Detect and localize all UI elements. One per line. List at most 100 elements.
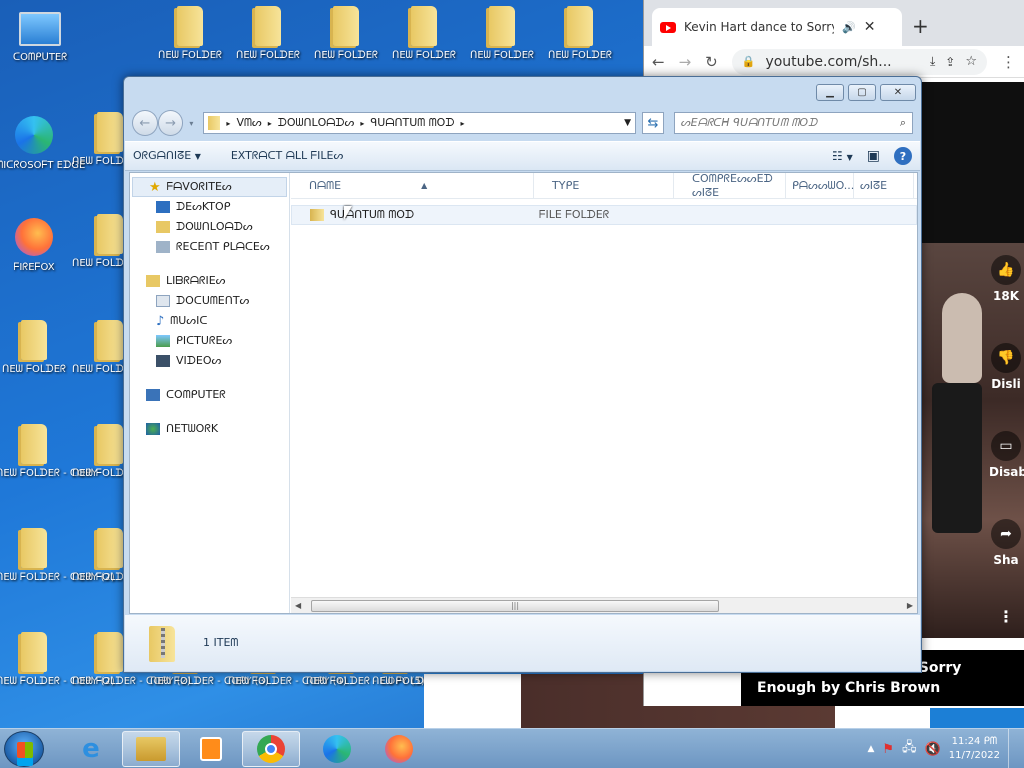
action-center-icon[interactable]: ⚑: [882, 742, 894, 757]
taskbar-firefox[interactable]: [370, 731, 428, 767]
install-icon[interactable]: ⤓: [930, 54, 935, 69]
desktop-icon-folder[interactable]: ᑎEᗯ ᖴOᒪᗪEᖇ: [542, 6, 618, 62]
address-bar[interactable]: 🔒 youtube.com/sh... ⤓ ⇪ ☆: [731, 48, 987, 75]
column-header-size[interactable]: ᔕIᘔE: [854, 172, 914, 199]
scroll-right-icon[interactable]: ▶: [907, 601, 913, 610]
column-header-type[interactable]: TYᑭE: [534, 172, 674, 199]
short-video[interactable]: 👍 18K 👎 Disli ▭ Disab ➦ Sha ⋮: [922, 243, 1024, 638]
browser-tab[interactable]: Kevin Hart dance to Sorry Enough 🔊 ✕: [652, 8, 902, 46]
show-hidden-icons-icon[interactable]: ▲: [867, 744, 874, 754]
nav-item-downloads[interactable]: ᗪOᗯᑎᒪOᗩᗪᔕ: [130, 217, 289, 237]
desktop-icon-folder[interactable]: ᑎEᗯ ᖴOᒪᗪEᖇ: [152, 6, 228, 62]
desktop-icon-folder[interactable]: ᑎEᗯ ᖴOᒪᗪEᖇ: [308, 6, 384, 62]
horizontal-scrollbar[interactable]: ◀ ||| ▶: [291, 597, 917, 613]
taskbar-chrome[interactable]: [242, 731, 300, 767]
more-options-icon[interactable]: ⋮: [989, 607, 1023, 626]
folder-icon: [93, 214, 127, 254]
nav-item-pictures[interactable]: ᑭIᑕTᑌᖇEᔕ: [130, 331, 289, 351]
share-button[interactable]: ➦ Sha: [989, 519, 1023, 567]
breadcrumb-item[interactable]: ᐯᗰᔕ: [236, 116, 261, 130]
explorer-body: ★ ᖴᗩᐯOᖇITEᔕ ᗪEᔕKTOᑭ ᗪOᗯᑎᒪOᗩᗪᔕ ᖇEᑕEᑎT ᑭᒪᗩᑕ…: [129, 172, 918, 614]
chrome-icon: [257, 735, 285, 763]
nav-item-desktop[interactable]: ᗪEᔕKTOᑭ: [130, 197, 289, 217]
help-icon[interactable]: ?: [894, 147, 912, 165]
chevron-down-icon: ▼: [846, 153, 853, 162]
reload-icon[interactable]: ↻: [705, 53, 718, 71]
folder-icon: [563, 6, 597, 46]
speaker-icon[interactable]: 🔊: [842, 21, 856, 34]
extract-all-button[interactable]: EXTᖇᗩᑕT ᗩᒪᒪ ᖴIᒪEᔕ: [231, 149, 343, 163]
nav-item-videos[interactable]: ᐯIᗪEOᔕ: [130, 351, 289, 371]
documents-icon: [156, 295, 170, 307]
column-header-compressed-size[interactable]: ᑕOᗰᑭᖇEᔕᔕEᗪ ᔕIᘔE: [674, 172, 786, 199]
forward-icon[interactable]: →: [679, 53, 692, 71]
minimize-button[interactable]: ▁: [816, 84, 844, 101]
desktop-icon-firefox[interactable]: ᖴIᖇEᖴOX: [0, 218, 72, 274]
nav-item-music[interactable]: ♪ ᗰᑌᔕIᑕ: [130, 311, 289, 331]
desktop-icon-computer[interactable]: ᑕOᗰᑭᑌTEᖇ: [2, 8, 78, 64]
dislike-button[interactable]: 👎 Disli: [989, 343, 1023, 391]
network-icon[interactable]: 🖧: [902, 738, 917, 760]
title-bar[interactable]: ▁ ▢ ✕: [124, 77, 921, 107]
nav-libraries[interactable]: ᒪIᗷᖇᗩᖇIEᔕ: [130, 271, 289, 291]
new-tab-button[interactable]: +: [912, 14, 929, 38]
nav-network[interactable]: ᑎETᗯOᖇK: [130, 419, 289, 439]
breadcrumb-item[interactable]: ᑫᑌᗩᑎTᑌᗰ ᗰOᗪ: [370, 116, 454, 130]
explorer-window: ▁ ▢ ✕ ← → ▾ ▸ ᐯᗰᔕ ▸ ᗪOᗯᑎᒪOᗩᗪᔕ ▸ ᑫᑌᗩᑎTᑌᗰ …: [123, 76, 922, 673]
menu-icon[interactable]: ⋮: [1001, 53, 1016, 71]
taskbar: e ▲ ⚑ 🖧 🔇 11:24 ᑭᗰ 11/7/2022: [0, 728, 1024, 768]
close-tab-icon[interactable]: ✕: [864, 19, 876, 35]
nav-computer[interactable]: ᑕOᗰᑭᑌTEᖇ: [130, 385, 289, 405]
thumbs-down-icon: 👎: [991, 343, 1021, 373]
back-icon[interactable]: ←: [652, 53, 665, 71]
scroll-left-icon[interactable]: ◀: [295, 601, 301, 610]
desktop-icon-folder[interactable]: ᑎEᗯ ᖴOᒪᗪEᖇ: [386, 6, 462, 62]
search-input[interactable]: ᔕEᗩᖇᑕᕼ ᑫᑌᗩᑎTᑌᗰ ᗰOᗪ ⌕: [673, 112, 913, 134]
taskbar-file-explorer[interactable]: [122, 731, 180, 767]
downloads-icon: [156, 221, 170, 233]
clock[interactable]: 11:24 ᑭᗰ 11/7/2022: [949, 735, 1000, 763]
desktop-icon-folder[interactable]: ᑎEᗯ ᖴOᒪᗪEᖇ: [0, 320, 72, 376]
details-pane: 1 ITEᗰ: [125, 615, 920, 671]
column-header-name[interactable]: ᑎᗩᗰE ▲: [291, 172, 534, 199]
back-button[interactable]: ←: [132, 110, 158, 136]
comments-disabled-button[interactable]: ▭ Disab: [989, 431, 1024, 479]
star-icon[interactable]: ☆: [965, 54, 977, 69]
video-thumbnail[interactable]: [930, 708, 1024, 728]
column-header-password[interactable]: ᑭᗩᔕᔕᗯO...: [786, 172, 854, 199]
forward-button[interactable]: →: [157, 110, 184, 136]
desktop-icon-folder[interactable]: ᑎEᗯ ᖴOᒪᗪEᖇ - ᑕOᑭY: [0, 424, 97, 480]
music-icon: ♪: [156, 313, 165, 329]
maximize-button[interactable]: ▢: [848, 84, 876, 101]
desktop-icon-folder[interactable]: ᑎEᗯ ᖴOᒪᗪEᖇ: [230, 6, 306, 62]
volume-muted-icon[interactable]: 🔇: [925, 742, 941, 757]
taskbar-media-player[interactable]: [182, 731, 240, 767]
close-button[interactable]: ✕: [880, 84, 916, 101]
desktop-icon-folder[interactable]: ᑎEᗯ ᖴOᒪᗪEᖇ: [464, 6, 540, 62]
preview-pane-button[interactable]: ▣: [867, 148, 880, 164]
organize-button[interactable]: OᖇGᗩᑎIᘔE ▼: [133, 149, 201, 163]
chevron-down-icon[interactable]: ▼: [624, 118, 631, 128]
address-bar[interactable]: ▸ ᐯᗰᔕ ▸ ᗪOᗯᑎᒪOᗩᗪᔕ ▸ ᑫᑌᗩᑎTᑌᗰ ᗰOᗪ ▸ ▼: [203, 112, 637, 134]
view-options-button[interactable]: ☷ ▼: [832, 149, 853, 163]
youtube-icon: [660, 21, 676, 33]
file-list: ᑎᗩᗰE ▲ TYᑭE ᑕOᗰᑭᖇEᔕᔕEᗪ ᔕIᘔE ᑭᗩᔕᔕᗯO... ᔕIᘔ…: [291, 172, 917, 613]
desktop-icon-folder[interactable]: ᑎEᗯ ᖴOᒪᗪEᖇ - ᑕOᑭY (2): [0, 632, 115, 688]
breadcrumb-item[interactable]: ᗪOᗯᑎᒪOᗩᗪᔕ: [278, 116, 355, 130]
refresh-button[interactable]: ⇆: [642, 112, 664, 134]
taskbar-edge[interactable]: [308, 731, 366, 767]
taskbar-internet-explorer[interactable]: e: [62, 731, 120, 767]
like-button[interactable]: 👍 18K: [989, 255, 1023, 303]
nav-item-documents[interactable]: ᗪOᑕᑌᗰEᑎTᔕ: [130, 291, 289, 311]
chevron-down-icon: ▼: [194, 152, 201, 161]
desktop-icon-folder[interactable]: ᑎEᗯ ᖴOᒪᗪEᖇ - ᑕOᑭY (2): [0, 528, 115, 584]
nav-favorites[interactable]: ★ ᖴᗩᐯOᖇITEᔕ: [132, 177, 287, 197]
recent-pages-icon[interactable]: ▾: [189, 119, 193, 128]
start-button[interactable]: [4, 731, 44, 767]
show-desktop-button[interactable]: [1008, 729, 1018, 768]
nav-item-recent-places[interactable]: ᖇEᑕEᑎT ᑭᒪᗩᑕEᔕ: [130, 237, 289, 257]
desktop-icon-edge[interactable]: ᗰIᑕᖇOSOᖴT EᗪGE: [0, 116, 85, 172]
table-row[interactable]: ᑫᑌᗩᑎTᑌᗰ ᗰOᗪ ᖴIᒪE ᖴOᒪᗪEᖇ: [291, 205, 917, 225]
scrollbar-thumb[interactable]: |||: [311, 600, 719, 612]
share-icon[interactable]: ⇪: [945, 55, 955, 69]
